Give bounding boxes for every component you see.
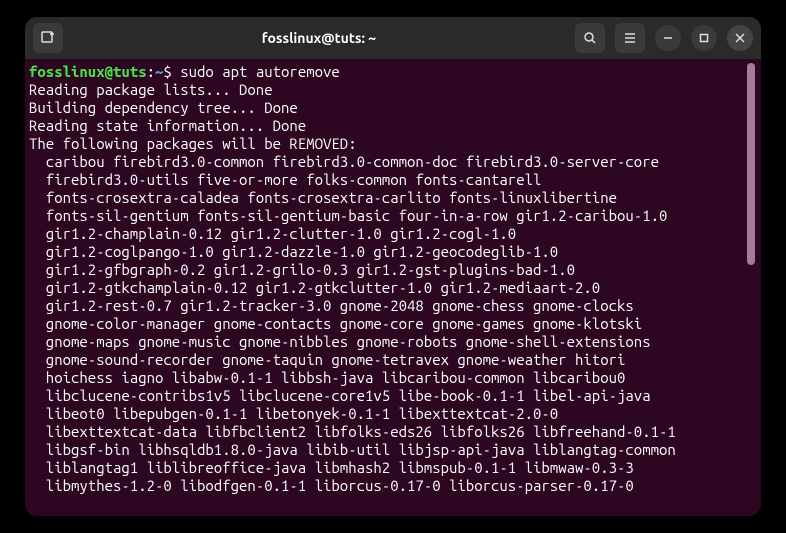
package-line: liblangtag1 liblibreoffice-java libmhash… (29, 459, 634, 476)
package-line: fonts-crosextra-caladea fonts-crosextra-… (29, 189, 617, 206)
package-line: gir1.2-coglpango-1.0 gir1.2-dazzle-1.0 g… (29, 243, 558, 260)
prompt-dollar: $ (163, 63, 180, 80)
titlebar: fosslinux@tuts: ~ (25, 17, 761, 59)
package-line: libgsf-bin libhsqldb1.8.0-java libib-uti… (29, 441, 676, 458)
terminal-content: fosslinux@tuts:~$ sudo apt autoremove Re… (29, 63, 745, 512)
package-line: gnome-sound-recorder gnome-taquin gnome-… (29, 351, 625, 368)
close-button[interactable] (727, 25, 753, 51)
scrollbar-thumb[interactable] (747, 63, 755, 265)
minimize-button[interactable] (655, 25, 681, 51)
package-line: gir1.2-rest-0.7 gir1.2-tracker-3.0 gnome… (29, 297, 634, 314)
output-line: The following packages will be REMOVED: (29, 135, 357, 152)
prompt-user-host: fosslinux@tuts (29, 63, 147, 80)
new-tab-button[interactable] (33, 23, 63, 53)
package-line: libmythes-1.2-0 libodfgen-0.1-1 liborcus… (29, 477, 634, 494)
package-line: gir1.2-gtkchamplain-0.12 gir1.2-gtkclutt… (29, 279, 600, 296)
terminal-window: fosslinux@tuts: ~ (25, 17, 761, 516)
minimize-icon (663, 33, 673, 43)
maximize-icon (699, 33, 709, 43)
terminal-body[interactable]: fosslinux@tuts:~$ sudo apt autoremove Re… (25, 59, 761, 516)
output-line: Building dependency tree... Done (29, 99, 298, 116)
package-line: hoichess iagno libabw-0.1-1 libbsh-java … (29, 369, 625, 386)
package-line: libeot0 libepubgen-0.1-1 libetonyek-0.1-… (29, 405, 558, 422)
new-tab-icon (40, 30, 56, 46)
package-line: fonts-sil-gentium fonts-sil-gentium-basi… (29, 207, 667, 224)
package-line: gnome-maps gnome-music gnome-nibbles gno… (29, 333, 651, 350)
hamburger-icon (623, 31, 637, 45)
maximize-button[interactable] (691, 25, 717, 51)
package-line: caribou firebird3.0-common firebird3.0-c… (29, 153, 659, 170)
search-button[interactable] (575, 23, 605, 53)
package-line: libexttextcat-data libfbclient2 libfolks… (29, 423, 676, 440)
window-title: fosslinux@tuts: ~ (71, 30, 567, 46)
close-icon (735, 33, 745, 43)
package-line: firebird3.0-utils five-or-more folks-com… (29, 171, 541, 188)
package-line: gir1.2-gfbgraph-0.2 gir1.2-grilo-0.3 gir… (29, 261, 575, 278)
package-line: gnome-color-manager gnome-contacts gnome… (29, 315, 642, 332)
output-line: Reading package lists... Done (29, 81, 273, 98)
scrollbar[interactable] (745, 63, 757, 512)
prompt-colon: : (147, 63, 155, 80)
search-icon (583, 31, 597, 45)
output-line: Reading state information... Done (29, 117, 306, 134)
menu-button[interactable] (615, 23, 645, 53)
package-line: libclucene-contribs1v5 libclucene-core1v… (29, 387, 651, 404)
package-line: gir1.2-champlain-0.12 gir1.2-clutter-1.0… (29, 225, 516, 242)
command-text: sudo apt autoremove (180, 63, 340, 80)
